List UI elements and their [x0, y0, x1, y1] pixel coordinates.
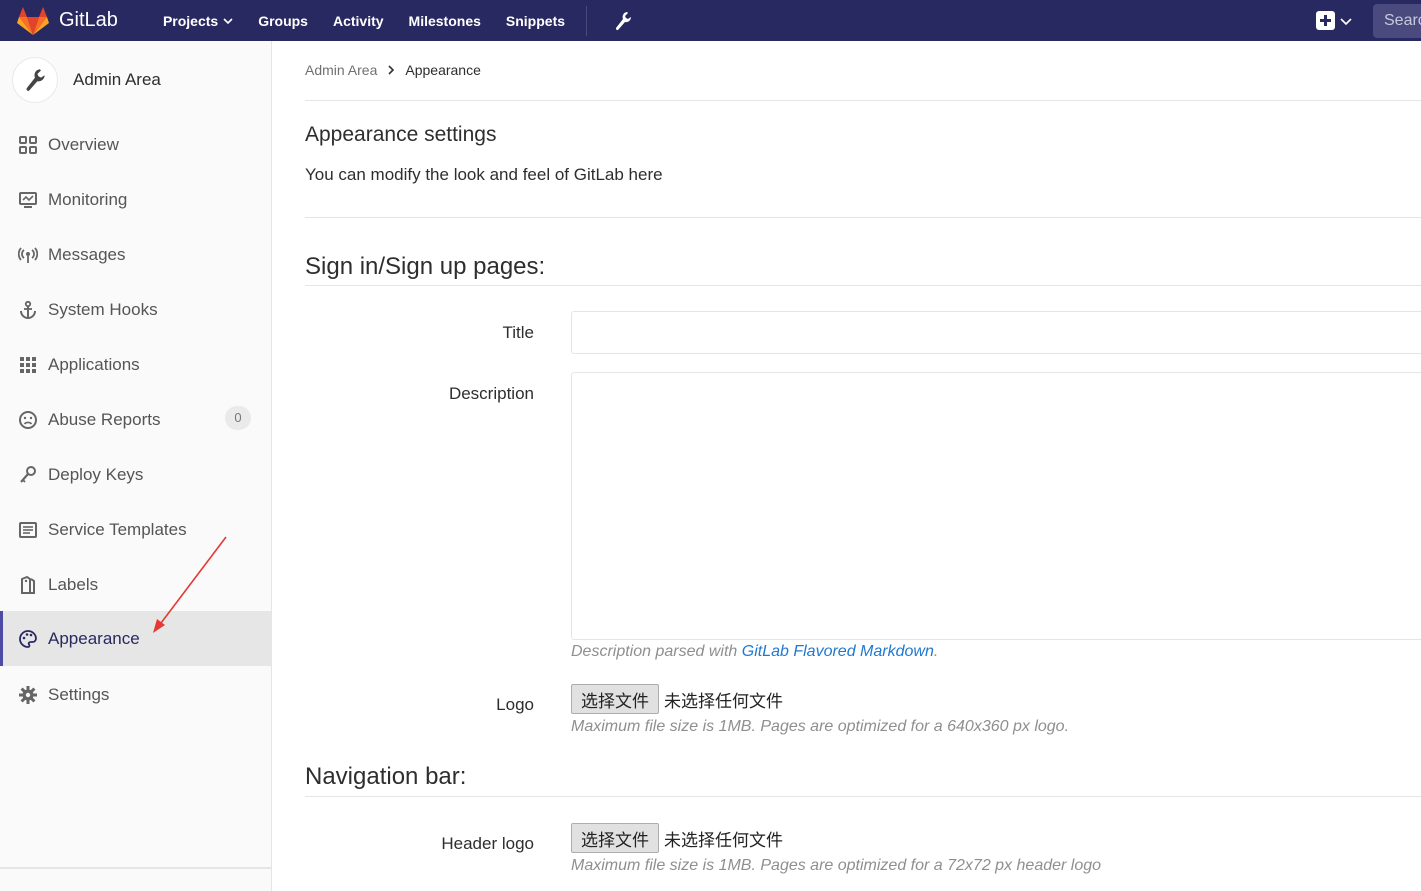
title-input[interactable] — [571, 311, 1421, 354]
plus-icon — [1316, 11, 1335, 30]
frown-icon — [17, 409, 39, 431]
sidebar-item-overview[interactable]: Overview — [0, 117, 272, 172]
sidebar-item-label: Overview — [48, 134, 119, 154]
signin-section-title: Sign in/Sign up pages: — [305, 253, 546, 280]
search-input[interactable]: Search — [1373, 3, 1421, 38]
divider — [305, 285, 1421, 286]
description-help-prefix: Description parsed with — [571, 643, 742, 660]
sidebar-item-label: System Hooks — [48, 299, 158, 319]
nav-milestones[interactable]: Milestones — [409, 13, 481, 29]
nav-activity[interactable]: Activity — [333, 13, 384, 29]
description-help-suffix: . — [933, 643, 939, 660]
sidebar-title: Admin Area — [73, 70, 161, 89]
sidebar-item-messages[interactable]: Messages — [0, 227, 272, 282]
markdown-link[interactable]: GitLab Flavored Markdown — [742, 643, 934, 660]
description-textarea[interactable] — [571, 372, 1421, 640]
sidebar-item-monitoring[interactable]: Monitoring — [0, 172, 272, 227]
header-logo-file-status: 未选择任何文件 — [664, 830, 783, 851]
sidebar-item-deploy-keys[interactable]: Deploy Keys — [0, 447, 272, 502]
chevron-down-icon — [223, 17, 233, 24]
brand-name: GitLab — [59, 9, 118, 31]
logo-label: Logo — [496, 695, 534, 714]
sidebar-item-abuse-reports[interactable]: Abuse Reports 0 — [0, 392, 272, 447]
logo-file-status: 未选择任何文件 — [664, 691, 783, 712]
sidebar-item-applications[interactable]: Applications — [0, 337, 272, 392]
nav-groups[interactable]: Groups — [258, 13, 308, 29]
title-label: Title — [502, 323, 535, 342]
top-navbar: GitLab Projects Groups Activity Mileston… — [0, 0, 1421, 41]
sidebar-item-label: Applications — [48, 354, 140, 374]
sidebar: Admin Area Overview Monitoring Messages … — [0, 41, 272, 891]
divider — [305, 796, 1421, 797]
header-logo-label: Header logo — [441, 834, 534, 853]
divider — [305, 217, 1421, 218]
overview-icon — [17, 134, 39, 156]
header-logo-help: Maximum file size is 1MB. Pages are opti… — [571, 857, 1102, 874]
page-description: You can modify the look and feel of GitL… — [305, 165, 663, 184]
labels-icon — [17, 574, 39, 596]
admin-wrench-icon[interactable] — [614, 11, 632, 31]
sidebar-item-label: Messages — [48, 244, 126, 264]
main-content: Admin Area Appearance Appearance setting… — [305, 41, 1421, 891]
logo-file-input: 选择文件 未选择任何文件 — [571, 684, 783, 714]
sidebar-item-label: Deploy Keys — [48, 464, 144, 484]
template-icon — [17, 519, 39, 541]
sidebar-collapse-divider — [0, 867, 272, 869]
breadcrumb-admin-area[interactable]: Admin Area — [305, 62, 377, 78]
sidebar-header[interactable]: Admin Area — [0, 41, 271, 119]
sidebar-item-label: Labels — [48, 574, 99, 594]
header-logo-file-input: 选择文件 未选择任何文件 — [571, 823, 783, 853]
abuse-count-badge: 0 — [225, 406, 251, 430]
nav-snippets[interactable]: Snippets — [506, 13, 565, 29]
brand-link[interactable]: GitLab — [17, 0, 118, 41]
description-help: Description parsed with GitLab Flavored … — [571, 643, 938, 661]
topbar-right: Search — [1316, 0, 1421, 41]
nav-divider — [586, 5, 588, 36]
navbar-section-title: Navigation bar: — [305, 763, 467, 790]
logo-help: Maximum file size is 1MB. Pages are opti… — [571, 718, 1070, 735]
key-icon — [17, 464, 39, 486]
sidebar-item-label: Abuse Reports — [48, 409, 161, 429]
header-logo-choose-file-button[interactable]: 选择文件 — [571, 823, 659, 853]
sidebar-item-labels[interactable]: Labels — [0, 557, 272, 612]
breadcrumb-appearance[interactable]: Appearance — [405, 62, 481, 78]
wrench-icon — [26, 69, 45, 91]
nav-projects[interactable]: Projects — [163, 13, 233, 29]
new-dropdown-button[interactable] — [1316, 11, 1352, 30]
palette-icon — [17, 628, 39, 650]
divider — [305, 100, 1421, 101]
sidebar-item-label: Monitoring — [48, 189, 128, 209]
anchor-icon — [17, 299, 39, 321]
nav-projects-label: Projects — [162, 12, 219, 29]
description-label: Description — [448, 384, 534, 403]
page-title: Appearance settings — [305, 123, 497, 146]
gear-icon — [17, 684, 39, 706]
sidebar-item-label: Service Templates — [48, 519, 187, 539]
sidebar-item-system-hooks[interactable]: System Hooks — [0, 282, 272, 337]
sidebar-item-appearance[interactable]: Appearance — [0, 611, 272, 666]
chevron-down-icon — [1340, 17, 1352, 25]
sidebar-item-label: Settings — [48, 684, 110, 704]
sidebar-item-service-templates[interactable]: Service Templates — [0, 502, 272, 557]
logo-choose-file-button[interactable]: 选择文件 — [571, 684, 659, 714]
grid-icon — [17, 354, 39, 376]
monitor-icon — [17, 189, 39, 211]
broadcast-icon — [17, 244, 39, 266]
sidebar-item-label: Appearance — [48, 628, 140, 648]
chevron-right-icon — [388, 65, 395, 75]
breadcrumb: Admin Area Appearance — [305, 62, 481, 78]
main-nav: Projects Groups Activity Milestones Snip… — [163, 0, 632, 41]
sidebar-item-settings[interactable]: Settings — [0, 667, 272, 722]
admin-avatar — [12, 57, 58, 103]
gitlab-logo-icon — [17, 6, 49, 35]
